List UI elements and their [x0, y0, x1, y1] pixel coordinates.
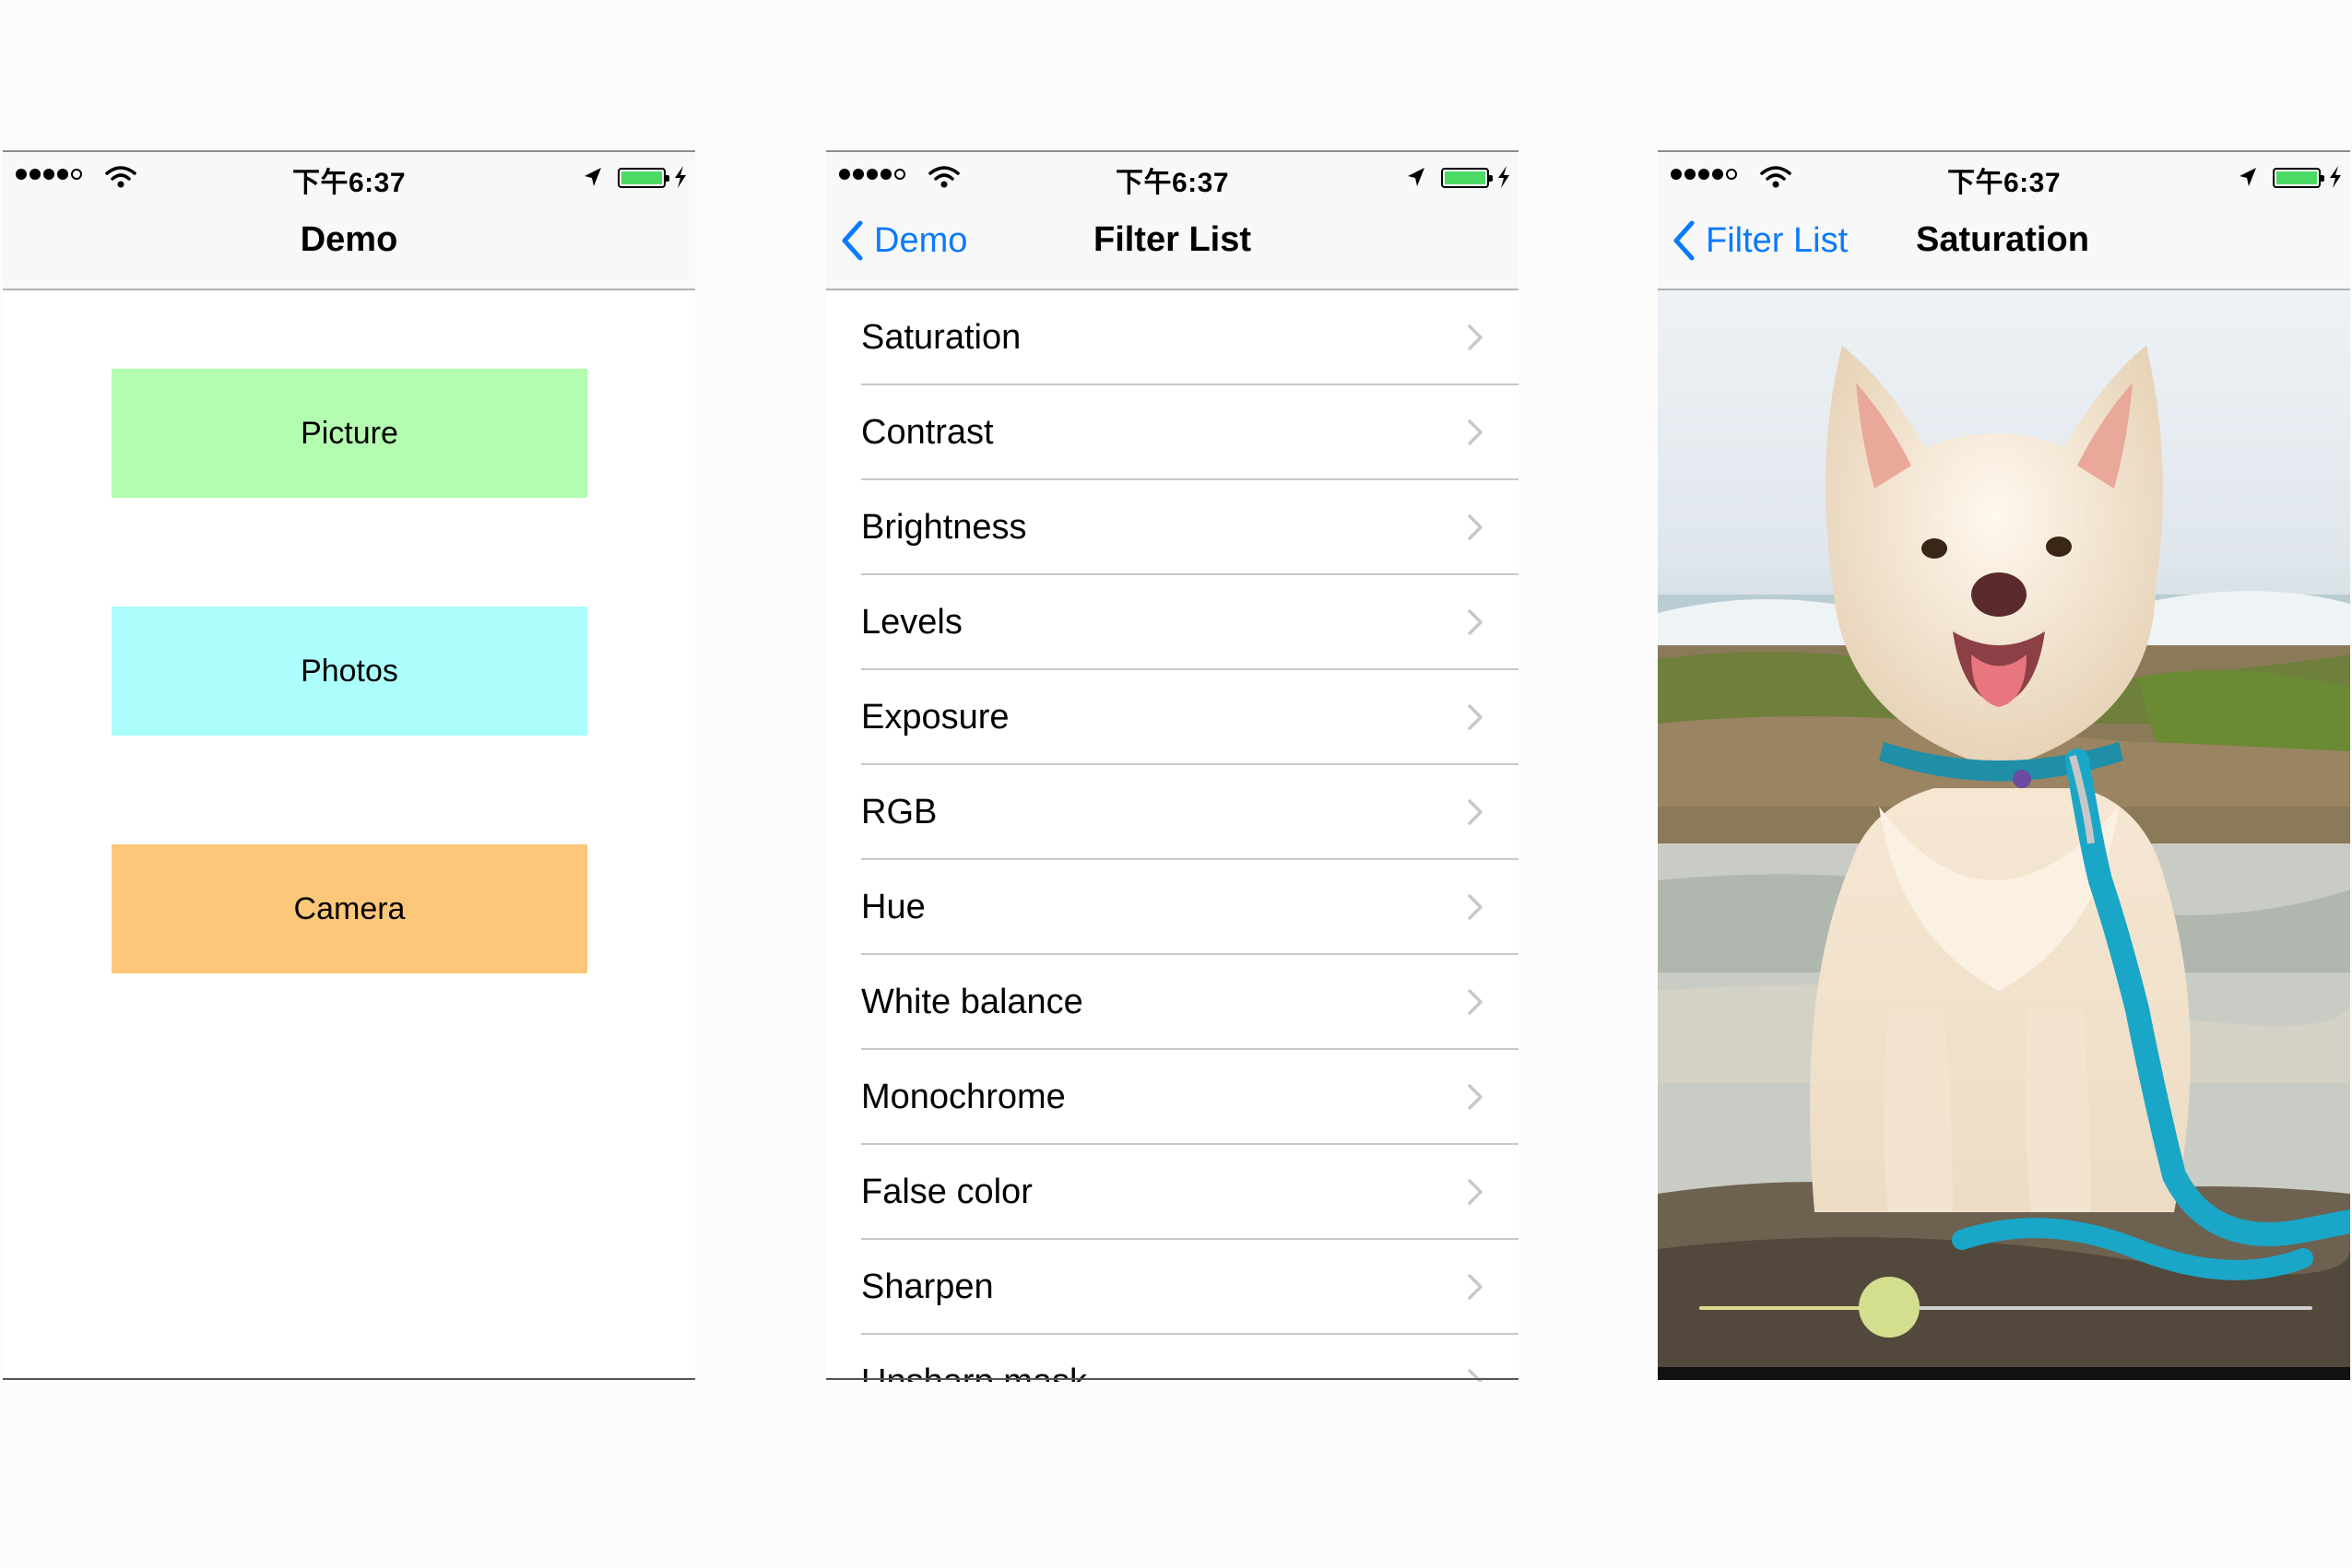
filter-list-item-label: RGB [861, 793, 938, 831]
filter-list-item[interactable]: RGB [826, 765, 1519, 860]
chevron-right-icon [1468, 1179, 1483, 1205]
filter-list-item[interactable]: Contrast [826, 385, 1519, 480]
filter-list-item-label: Monochrome [861, 1078, 1066, 1116]
battery-icon [2273, 168, 2324, 188]
location-arrow-icon [585, 168, 601, 186]
filter-list-item[interactable]: White balance [826, 955, 1519, 1050]
chevron-right-icon [1468, 1084, 1483, 1110]
filter-list-item-label: Sharpen [861, 1267, 994, 1306]
back-button-label: Filter List [1706, 220, 1849, 260]
filter-list-content: Saturation Contrast Brightness Levels Exposu… [826, 290, 1519, 1382]
bottom-divider [826, 1378, 1519, 1380]
filter-list-item-label: Saturation [861, 318, 1022, 357]
back-button[interactable]: Filter List [1672, 220, 1848, 261]
filter-list-item[interactable]: Sharpen [826, 1240, 1519, 1335]
demo-content: Picture Photos Camera [3, 290, 695, 1380]
filter-list-item[interactable]: Hue [826, 860, 1519, 955]
navigation-bar: Filter List Saturation [1658, 202, 2350, 290]
filter-list-item-label: Brightness [861, 508, 1027, 547]
chevron-right-icon [1468, 609, 1483, 635]
charging-bolt-icon [2330, 166, 2341, 188]
filter-list-item-label: Hue [861, 888, 926, 926]
picture-button[interactable]: Picture [112, 369, 587, 498]
demo-screen: 下午6:37 Demo Picture Photos Camera [3, 150, 695, 1382]
charging-bolt-icon [675, 166, 686, 188]
battery-icon [618, 168, 669, 188]
filter-list-item[interactable]: Monochrome [826, 1050, 1519, 1145]
camera-button[interactable]: Camera [112, 844, 587, 973]
photos-button[interactable]: Photos [112, 607, 587, 736]
chevron-right-icon [1468, 989, 1483, 1015]
bottom-divider [3, 1378, 695, 1380]
filter-list-item-label: Contrast [861, 413, 994, 452]
page-title: Saturation [1916, 220, 2089, 259]
filter-list-item[interactable]: Saturation [826, 290, 1519, 385]
status-bar: 下午6:37 [826, 150, 1519, 202]
chevron-right-icon [1468, 799, 1483, 825]
saturation-content [1658, 290, 2350, 1380]
status-bar: 下午6:37 [1658, 150, 2350, 202]
filter-list-item-label: White balance [861, 983, 1083, 1021]
filter-list-item[interactable]: Levels [826, 575, 1519, 670]
chevron-right-icon [1468, 514, 1483, 540]
chevron-right-icon [1468, 419, 1483, 445]
chevron-right-icon [1468, 1274, 1483, 1300]
chevron-right-icon [1468, 704, 1483, 730]
filtered-photo [1658, 290, 2350, 1367]
saturation-slider-thumb[interactable] [1859, 1277, 1921, 1338]
page-title: Demo [300, 220, 398, 259]
location-arrow-icon [1408, 168, 1424, 186]
charging-bolt-icon [1498, 166, 1509, 188]
filter-list-item[interactable]: False color [826, 1145, 1519, 1240]
dog-photo-image [1658, 290, 2350, 1367]
filter-list-item-label: Exposure [861, 698, 1010, 737]
saturation-screen: 下午6:37 Filter List Saturation [1658, 150, 2350, 1382]
battery-icon [1441, 168, 1493, 188]
chevron-left-icon [1673, 220, 1695, 261]
navigation-bar: Demo [3, 202, 695, 290]
chevron-right-icon [1468, 894, 1483, 920]
filter-list: Saturation Contrast Brightness Levels Exposu… [826, 290, 1519, 1382]
location-arrow-icon [2240, 168, 2256, 186]
filter-list-screen: 下午6:37 Demo Filter List Saturation Contra… [826, 150, 1519, 1382]
filter-list-item[interactable]: Exposure [826, 670, 1519, 765]
filter-list-item[interactable]: Unsharp mask [826, 1335, 1519, 1382]
saturation-slider[interactable] [1699, 1277, 2312, 1338]
navigation-bar: Demo Filter List [826, 202, 1519, 290]
chevron-right-icon [1468, 324, 1483, 350]
filter-list-item-label: Levels [861, 603, 963, 642]
bottom-bar [1658, 1367, 2350, 1380]
filter-list-item-label: False color [861, 1173, 1033, 1211]
status-bar: 下午6:37 [3, 150, 695, 202]
filter-list-item[interactable]: Brightness [826, 480, 1519, 575]
page-title: Filter List [1093, 220, 1252, 259]
